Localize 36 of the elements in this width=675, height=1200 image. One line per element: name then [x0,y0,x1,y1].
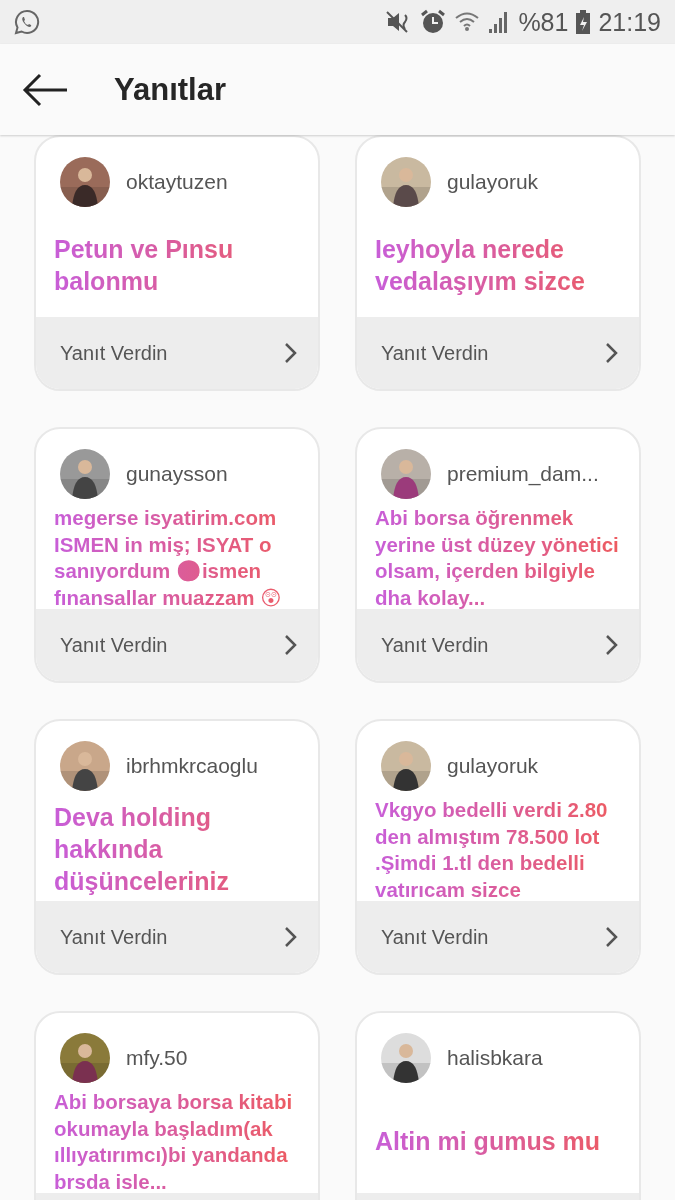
chevron-right-icon [605,634,619,656]
alarm-icon [420,9,447,35]
username: gulayoruk [447,754,539,778]
chevron-right-icon [284,342,298,364]
reply-status: Yanıt Verdin [381,925,489,949]
back-button[interactable] [22,72,68,107]
page-title: Yanıtlar [114,71,226,108]
question-card[interactable]: premium_dam... Abi borsa öğrenmek yerine üst düzey yönetici olsam, içerden bilgiyle dha kolay... Yanıt Verdin [355,427,641,683]
reply-status: Yanıt Verdin [381,341,489,365]
question-card[interactable]: ibrhmkrcaoglu Deva holding hakkında düşünceleriniz Yanıt Verdin [34,719,320,975]
username: oktaytuzen [126,170,228,194]
question-card[interactable]: halisbkara Altin mi gumus mu [355,1011,641,1200]
clock-time: 21:19 [598,7,661,37]
whatsapp-icon [14,9,40,35]
username: gunaysson [126,462,228,486]
battery-percent: %81 [518,7,569,37]
question-card[interactable]: gunaysson megerse isyatirim.com ISMEN in miş; ISYAT o sanıyordum 🙂ismen fınansallar muazzam 😲 Yanıt Verdin [34,427,320,683]
battery-icon [576,10,591,34]
reply-status: Yanıt Verdin [60,925,168,949]
question-card[interactable]: oktaytuzen Petun ve Pınsu balonmu Yanıt Verdin [34,135,320,391]
question-card[interactable]: gulayoruk Vkgyo bedelli verdi 2.80 den almıştım 78.500 lot .Şimdi 1.tl den bedelli vatırıcam sizce Yanıt Verdin [355,719,641,975]
chevron-right-icon [605,342,619,364]
chevron-right-icon [284,634,298,656]
question-card[interactable]: mfy.50 Abi borsaya borsa kitabi okumayla başladım(ak ıllıyatırımcı)bi yandanda brsda isle... [34,1011,320,1200]
chevron-right-icon [605,926,619,948]
question-card[interactable]: gulayoruk Ieyhoyla nerede vedalaşıyım sizce Yanıt Verdin [355,135,641,391]
chevron-right-icon [284,926,298,948]
reply-status: Yanıt Verdin [60,633,168,657]
reply-status: Yanıt Verdin [60,341,168,365]
username: halisbkara [447,1046,543,1070]
username: premium_dam... [447,462,599,486]
back-arrow-icon [22,72,68,107]
username: gulayoruk [447,170,539,194]
username: mfy.50 [126,1046,188,1070]
username: ibrhmkrcaoglu [126,754,258,778]
reply-status: Yanıt Verdin [381,633,489,657]
